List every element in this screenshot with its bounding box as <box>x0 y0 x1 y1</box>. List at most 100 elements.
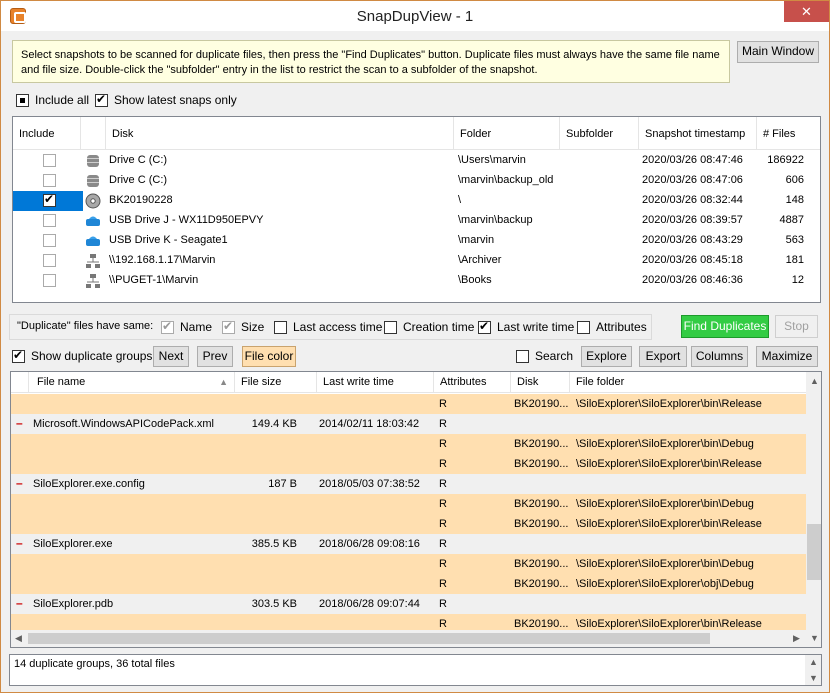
snapdupview-window: SnapDupView - 1 ✕ Select snapshots to be… <box>0 0 830 693</box>
include-all-checkbox[interactable]: Include all <box>16 93 89 107</box>
criteria-creation-time-checkbox[interactable]: Creation time <box>384 320 474 334</box>
criteria-box[interactable] <box>161 319 174 334</box>
collapse-icon[interactable]: – <box>16 416 23 430</box>
duplicates-list[interactable]: File name ▲ File size Last write time At… <box>10 371 822 648</box>
status-scroll-up-icon[interactable]: ▲ <box>809 657 818 667</box>
criteria-name-checkbox[interactable]: Name <box>161 319 213 334</box>
criteria-box[interactable] <box>577 320 590 334</box>
duplicate-file-row[interactable]: R BK20190... \SiloExplorer\SiloExplorer\ob… <box>11 574 806 594</box>
duplicate-group-row[interactable]: – Microsoft.WindowsAPICodePack.xml 149.4 K… <box>11 414 806 434</box>
criteria-last-write-time-checkbox[interactable]: Last write time <box>478 319 574 334</box>
duplicate-file-row[interactable]: R BK20190... \SiloExplorer\SiloExplorer\bi… <box>11 514 806 534</box>
col-attributes[interactable]: Attributes <box>434 372 511 393</box>
close-button[interactable]: ✕ <box>784 1 829 22</box>
snapshot-row[interactable]: USB Drive J - WX11D950EPVY \marvin\backup… <box>13 211 820 231</box>
col-file-folder[interactable]: File folder <box>570 372 806 393</box>
file-folder: \SiloExplorer\SiloExplorer\bin\Debug <box>576 438 754 450</box>
snapshot-list[interactable]: Include Disk Folder Subfolder Snapshot t… <box>12 116 821 303</box>
include-checkbox[interactable] <box>43 174 56 187</box>
col-disk[interactable]: Disk <box>511 372 570 393</box>
show-latest-checkbox[interactable]: Show latest snaps only <box>95 92 237 107</box>
col-subfolder[interactable]: Subfolder <box>560 117 639 150</box>
status-scrollbar[interactable]: ▲ ▼ <box>805 655 821 685</box>
file-count: 606 <box>785 174 804 186</box>
duplicate-group-row[interactable]: – SiloExplorer.exe 385.5 KB 2018/06/28 09:0… <box>11 534 806 554</box>
export-button[interactable]: Export <box>639 346 687 367</box>
include-checkbox[interactable] <box>43 274 56 287</box>
criteria-last-access-time-checkbox[interactable]: Last access time <box>274 320 382 334</box>
search-box[interactable] <box>516 349 529 363</box>
col-file-size[interactable]: File size <box>235 372 317 393</box>
maximize-button[interactable]: Maximize <box>756 346 818 367</box>
snapshot-row[interactable]: \\PUGET-1\Marvin \Books 2020/03/26 08:46:3… <box>13 271 820 291</box>
criteria-box[interactable] <box>222 319 235 334</box>
file-folder: \SiloExplorer\SiloExplorer\bin\Release <box>576 458 762 470</box>
col-timestamp[interactable]: Snapshot timestamp <box>639 117 757 150</box>
col-icon[interactable] <box>81 117 106 150</box>
disk-name: Drive C (C:) <box>109 174 168 186</box>
include-checkbox[interactable] <box>43 214 56 227</box>
collapse-icon[interactable]: – <box>16 536 23 550</box>
show-latest-box[interactable] <box>95 92 108 107</box>
duplicate-file-row[interactable]: R BK20190... \SiloExplorer\SiloExplorer\bi… <box>11 434 806 454</box>
file-color-button[interactable]: File color <box>242 346 296 367</box>
disk-name: USB Drive K - Seagate1 <box>109 234 228 246</box>
stop-button[interactable]: Stop <box>775 315 818 338</box>
criteria-attributes-checkbox[interactable]: Attributes <box>577 320 647 334</box>
scroll-up-icon[interactable]: ▲ <box>810 376 819 386</box>
snapshot-row[interactable]: USB Drive K - Seagate1 \marvin 2020/03/26 … <box>13 231 820 251</box>
disk-name: \\PUGET-1\Marvin <box>109 274 199 286</box>
show-groups-box[interactable] <box>12 348 25 363</box>
criteria-label: Name <box>180 320 213 334</box>
criteria-box[interactable] <box>478 319 491 334</box>
col-files[interactable]: # Files <box>757 117 819 150</box>
columns-button[interactable]: Columns <box>691 346 748 367</box>
main-window-button[interactable]: Main Window <box>737 41 819 63</box>
col-folder[interactable]: Folder <box>454 117 560 150</box>
vertical-scrollbar[interactable]: ▲ ▼ <box>806 372 821 647</box>
criteria-box[interactable] <box>384 320 397 334</box>
col-expander[interactable] <box>11 372 29 393</box>
snapshot-row[interactable]: Drive C (C:) \Users\marvin 2020/03/26 08:4… <box>13 151 820 171</box>
duplicate-group-row[interactable]: – SiloExplorer.exe.config 187 B 2018/05/03 … <box>11 474 806 494</box>
collapse-icon[interactable]: – <box>16 596 23 610</box>
file-size: 187 B <box>268 478 297 490</box>
include-checkbox[interactable] <box>43 254 56 267</box>
duplicate-file-row[interactable]: R BK20190... \SiloExplorer\SiloExplorer\bi… <box>11 394 806 414</box>
horizontal-scroll-thumb[interactable] <box>28 633 710 644</box>
search-checkbox[interactable]: Search <box>516 349 573 363</box>
show-groups-checkbox[interactable]: Show duplicate groups <box>12 348 152 363</box>
scroll-right-icon[interactable]: ▶ <box>793 633 800 644</box>
folder-path: \ <box>458 194 462 206</box>
snapshot-row[interactable]: \\192.168.1.17\Marvin \Archiver 2020/03/26… <box>13 251 820 271</box>
explore-button[interactable]: Explore <box>581 346 632 367</box>
include-checkbox[interactable] <box>43 192 56 207</box>
snapshot-row[interactable]: BK20190228 \ 2020/03/26 08:32:44 148 <box>13 191 820 211</box>
status-scroll-down-icon[interactable]: ▼ <box>809 673 818 683</box>
find-duplicates-button[interactable]: Find Duplicates <box>681 315 769 338</box>
horizontal-scrollbar[interactable]: ◀ ▶ <box>11 630 806 647</box>
vertical-scroll-thumb[interactable] <box>807 524 821 580</box>
duplicate-file-row[interactable]: R BK20190... \SiloExplorer\SiloExplorer\bi… <box>11 454 806 474</box>
include-checkbox[interactable] <box>43 234 56 247</box>
scroll-left-icon[interactable]: ◀ <box>15 633 22 644</box>
include-checkbox[interactable] <box>43 154 56 167</box>
col-disk[interactable]: Disk <box>106 117 454 150</box>
prev-button[interactable]: Prev <box>197 346 233 367</box>
next-button[interactable]: Next <box>153 346 189 367</box>
file-folder: \SiloExplorer\SiloExplorer\bin\Release <box>576 518 762 530</box>
title-bar[interactable]: SnapDupView - 1 ✕ <box>1 1 829 31</box>
col-last-write-time[interactable]: Last write time <box>317 372 434 393</box>
file-count: 148 <box>785 194 804 206</box>
duplicate-group-row[interactable]: – SiloExplorer.pdb 303.5 KB 2018/06/28 09:0… <box>11 594 806 614</box>
criteria-size-checkbox[interactable]: Size <box>222 319 264 334</box>
snapshot-row[interactable]: Drive C (C:) \marvin\backup_old 2020/03/26… <box>13 171 820 191</box>
duplicate-file-row[interactable]: R BK20190... \SiloExplorer\SiloExplorer\bi… <box>11 554 806 574</box>
col-include[interactable]: Include <box>13 117 81 150</box>
duplicate-file-row[interactable]: R BK20190... \SiloExplorer\SiloExplorer\bi… <box>11 494 806 514</box>
criteria-box[interactable] <box>274 320 287 334</box>
scroll-down-icon[interactable]: ▼ <box>810 633 819 643</box>
collapse-icon[interactable]: – <box>16 476 23 490</box>
include-all-box[interactable] <box>16 93 29 107</box>
col-file-name[interactable]: File name ▲ <box>29 372 235 393</box>
